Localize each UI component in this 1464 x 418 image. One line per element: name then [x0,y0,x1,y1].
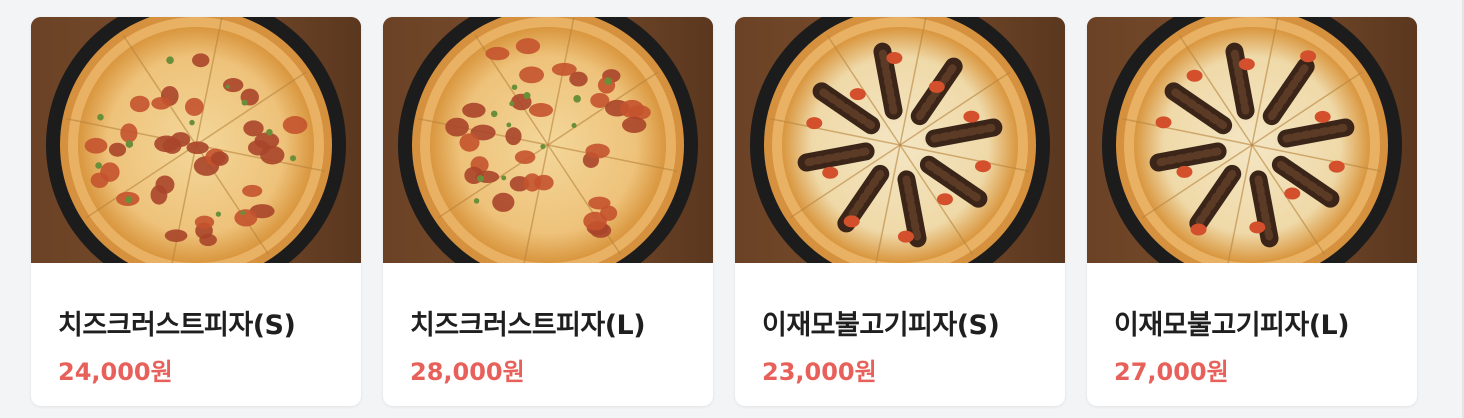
bulgogi-pizza-image [1087,17,1417,263]
cheese-crust-pizza-image [383,17,713,263]
product-card-3[interactable]: 이재모불고기피자(S) 23,000원 [735,17,1065,406]
product-price: 28,000원 [410,358,525,386]
product-name: 치즈크러스트피자(L) [410,310,646,341]
product-name: 이재모불고기피자(S) [762,310,1000,341]
product-name: 이재모불고기피자(L) [1114,310,1350,341]
product-grid: 치즈크러스트피자(S) 24,000원 치즈크러스트피자(L) 28,000원 … [0,0,1464,418]
product-name: 치즈크러스트피자(S) [58,310,296,341]
bulgogi-pizza-image [735,17,1065,263]
product-price: 23,000원 [762,358,877,386]
cheese-crust-pizza-image [31,17,361,263]
product-price: 27,000원 [1114,358,1229,386]
product-card-1[interactable]: 치즈크러스트피자(S) 24,000원 [31,17,361,406]
product-price: 24,000원 [58,358,173,386]
product-card-2[interactable]: 치즈크러스트피자(L) 28,000원 [383,17,713,406]
product-card-4[interactable]: 이재모불고기피자(L) 27,000원 [1087,17,1417,406]
